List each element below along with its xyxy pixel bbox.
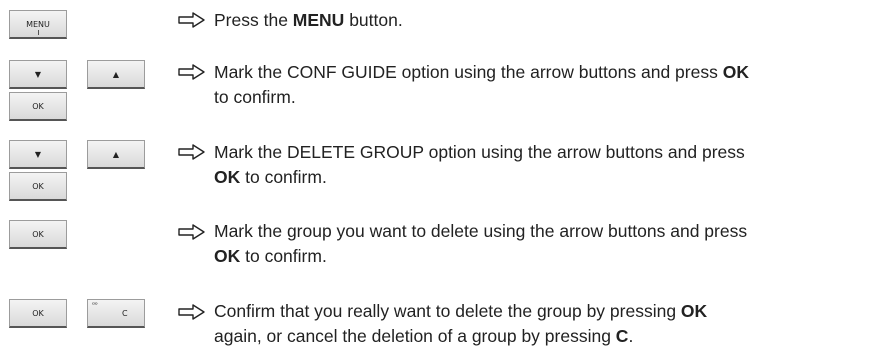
ok-key-label: OK (32, 229, 44, 239)
arrow-icon (178, 304, 206, 320)
up-arrow-icon: ▲ (112, 69, 120, 79)
down-arrow-icon: ▼ (34, 149, 42, 159)
c-key-label: C (122, 308, 128, 318)
step-2-text: Mark the CONF GUIDE option using the arr… (214, 62, 749, 107)
arrow-icon (178, 12, 206, 28)
ok-key-label: OK (32, 181, 44, 191)
menu-key: MENU (9, 10, 67, 39)
arrow-icon (178, 144, 206, 160)
step-5-text: Confirm that you really want to delete t… (214, 301, 708, 346)
step-3-text: Mark the DELETE GROUP option using the a… (214, 142, 745, 187)
up-arrow-icon: ▲ (112, 149, 120, 159)
arrow-icon (178, 224, 206, 240)
step-4-text: Mark the group you want to delete using … (214, 221, 748, 266)
up-key: ▲ (87, 140, 145, 169)
step-1-text: Press the MENU button. (214, 10, 403, 30)
down-key: ▼ (9, 140, 67, 169)
menu-key-label: MENU (26, 19, 50, 29)
c-key-glyph: ᵅᵒ (92, 301, 98, 309)
c-key: ᵅᵒ C (87, 299, 145, 328)
up-key: ▲ (87, 60, 145, 89)
ok-key: OK (9, 92, 67, 121)
ok-key: OK (9, 220, 67, 249)
ok-key: OK (9, 172, 67, 201)
ok-key: OK (9, 299, 67, 328)
ok-key-label: OK (32, 101, 44, 111)
arrow-icon (178, 64, 206, 80)
down-key: ▼ (9, 60, 67, 89)
ok-key-label: OK (32, 308, 44, 318)
down-arrow-icon: ▼ (34, 69, 42, 79)
